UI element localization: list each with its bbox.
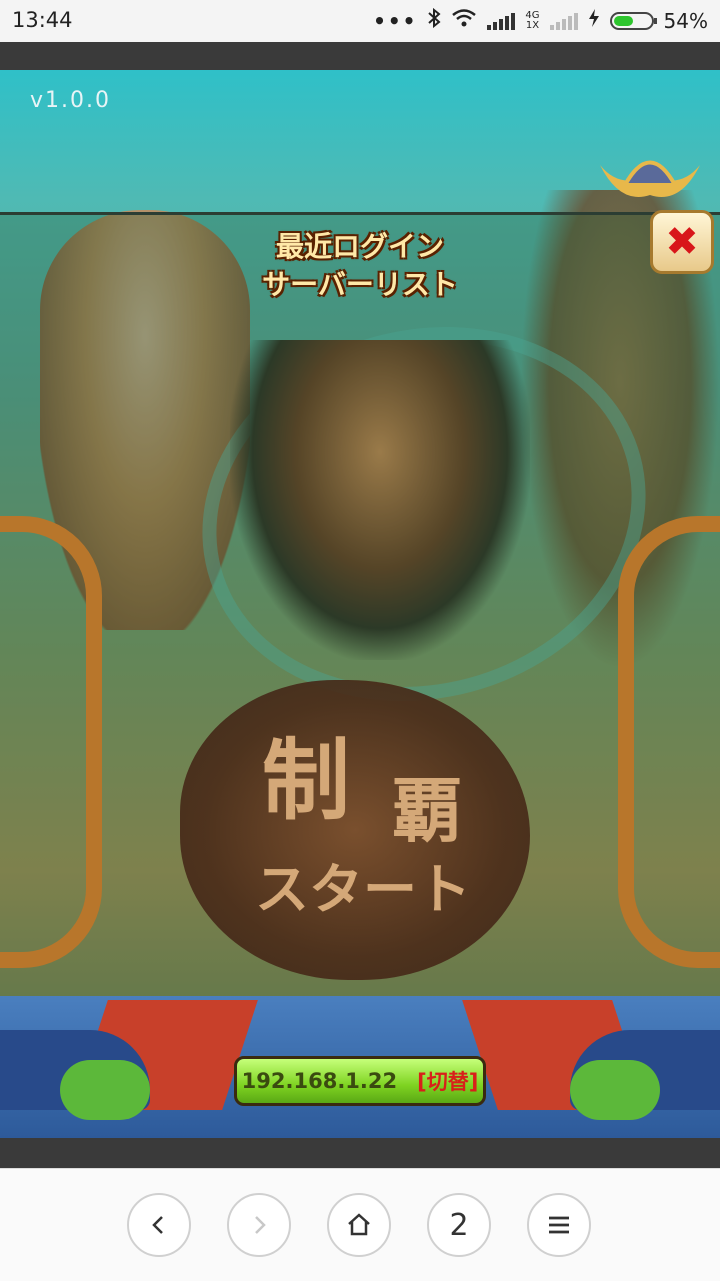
status-icons: ••• 4G 1X 54% [373, 7, 708, 33]
webview-bottom-band [0, 1138, 720, 1168]
tabs-button[interactable]: 2 [427, 1193, 491, 1257]
battery-percent: 54% [663, 8, 708, 33]
close-button[interactable]: ✖ [650, 210, 714, 274]
server-switch-label[interactable]: [切替] [417, 1066, 478, 1096]
battery-icon [609, 11, 657, 30]
logo-char-1: 制 [262, 728, 351, 832]
wifi-icon [451, 8, 477, 33]
server-select-button[interactable]: 192.168.1.22 [切替] [234, 1056, 486, 1106]
bush-left [60, 1060, 150, 1120]
battery-level [613, 15, 633, 26]
webview-top-band [0, 42, 720, 70]
menu-icon [549, 1216, 569, 1234]
forward-button[interactable] [227, 1193, 291, 1257]
more-dots-icon: ••• [373, 8, 418, 33]
back-button[interactable] [127, 1193, 191, 1257]
home-button[interactable] [327, 1193, 391, 1257]
version-label: v1.0.0 [30, 88, 111, 113]
panel-title-recent-login: 最近ログイン [275, 230, 444, 263]
start-button-label[interactable]: スタート [255, 845, 471, 924]
browser-toolbar: 2 [0, 1168, 720, 1281]
secondary-signal-icon [549, 12, 578, 30]
signal-strength-icon [487, 12, 516, 30]
forward-icon [255, 1216, 266, 1234]
game-canvas[interactable]: v1.0.0 最近ログイン サーバーリスト ✖ 制 覇 スタート 192.168… [0, 70, 720, 1138]
charging-icon [588, 8, 600, 33]
network-type: 4G 1X [525, 9, 540, 31]
wooden-arch-left [0, 516, 102, 968]
close-icon: ✖ [665, 219, 699, 265]
menu-button[interactable] [527, 1193, 591, 1257]
home-icon [348, 1213, 370, 1236]
logo-char-2: 覇 [392, 769, 462, 852]
wooden-arch-right [618, 516, 720, 968]
bluetooth-icon [427, 7, 441, 33]
back-icon [152, 1216, 163, 1234]
panel-title-server-list: サーバーリスト [262, 268, 458, 301]
tabs-count: 2 [449, 1207, 469, 1243]
status-time: 13:44 [12, 8, 73, 32]
bush-right [570, 1060, 660, 1120]
status-bar: 13:44 ••• 4G 1X 54% [0, 0, 720, 42]
server-ip: 192.168.1.22 [241, 1069, 398, 1093]
